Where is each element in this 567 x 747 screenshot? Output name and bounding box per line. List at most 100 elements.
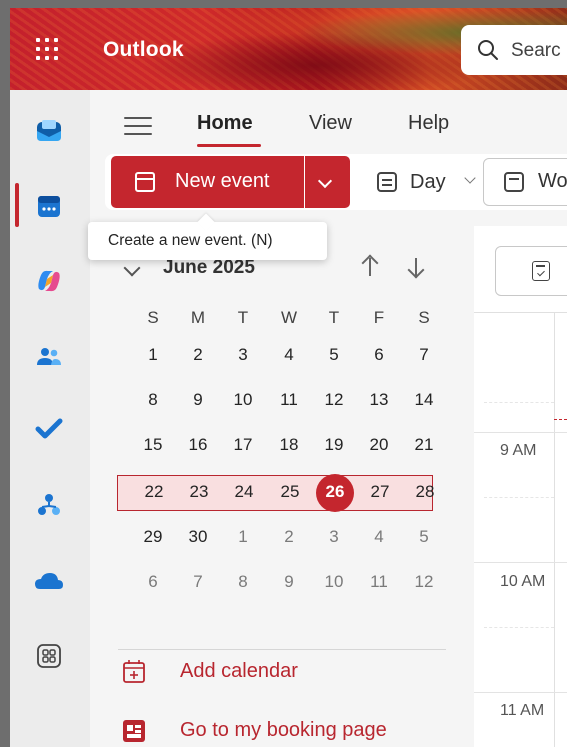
grid-hour-line [474, 432, 567, 433]
booking-page-link[interactable]: Go to my booking page [120, 713, 440, 747]
day-cell[interactable]: 16 [175, 435, 221, 455]
rail-item-copilot[interactable] [30, 262, 68, 300]
day-cell[interactable]: 2 [175, 345, 221, 365]
day-cell[interactable]: 15 [130, 435, 176, 455]
rail-item-people[interactable] [30, 338, 68, 376]
search-placeholder: Searc [511, 40, 561, 61]
day-cell[interactable]: 24 [221, 482, 267, 502]
calendar-today-icon [532, 261, 550, 281]
day-cell[interactable]: 30 [175, 527, 221, 547]
tooltip-text: Create a new event. (N) [108, 232, 273, 249]
day-cell[interactable]: 27 [357, 482, 403, 502]
day-cell[interactable]: 5 [401, 527, 447, 547]
rail-item-org[interactable] [30, 486, 68, 524]
day-cell[interactable]: 8 [220, 572, 266, 592]
day-cell[interactable]: 8 [130, 390, 176, 410]
day-cell-today[interactable]: 26 [312, 482, 358, 502]
grid-time-column-divider [554, 312, 555, 747]
day-cell[interactable]: 4 [356, 527, 402, 547]
ribbon-toolbar: New event Day Wo [105, 154, 567, 210]
day-cell[interactable]: 11 [266, 390, 312, 410]
tab-home-underline [197, 144, 261, 147]
tab-view[interactable]: View [309, 112, 352, 135]
day-cell[interactable]: 22 [131, 482, 177, 502]
rail-item-onedrive[interactable] [30, 562, 68, 600]
weekday-label: S [418, 308, 430, 327]
day-cell[interactable]: 19 [311, 435, 357, 455]
day-cell[interactable]: 20 [356, 435, 402, 455]
grid-half-hour-line [484, 497, 554, 498]
rail-item-mail[interactable] [30, 112, 68, 150]
new-event-label: New event [175, 170, 270, 192]
day-cell[interactable]: 21 [401, 435, 447, 455]
tab-help[interactable]: Help [408, 112, 449, 135]
new-event-button[interactable]: New event [111, 156, 304, 208]
day-cell[interactable]: 10 [311, 572, 357, 592]
day-cell[interactable]: 3 [311, 527, 357, 547]
day-cell[interactable]: 6 [356, 345, 402, 365]
next-month-arrow-icon[interactable] [405, 254, 427, 280]
day-cell[interactable]: 6 [130, 572, 176, 592]
week-row: 1234567 [116, 339, 446, 375]
weekday-label: F [373, 308, 385, 327]
calendar-day-grid: 9 AM 10 AM 11 AM [474, 226, 567, 747]
rail-item-more-apps[interactable] [30, 637, 68, 675]
mini-calendar: June 2025 S M T W T F S 1 2 3 4 5 6 7 8 9 10 11 12 1… [116, 244, 446, 604]
weekday-header: S M T W T F S [116, 308, 446, 338]
work-week-view-button[interactable]: Wo [483, 158, 567, 206]
search-icon [478, 40, 498, 60]
today-button[interactable] [495, 246, 567, 296]
day-cell[interactable]: 17 [220, 435, 266, 455]
weekday-label: T [237, 308, 249, 327]
rail-item-todo[interactable] [30, 410, 68, 448]
selected-week-row: 22 23 24 25 26 27 28 [117, 474, 434, 512]
day-view-label: Day [410, 171, 446, 193]
day-cell[interactable]: 12 [311, 390, 357, 410]
day-cell[interactable]: 28 [402, 482, 448, 502]
day-cell[interactable]: 11 [356, 572, 402, 592]
day-cell[interactable]: 9 [266, 572, 312, 592]
booking-page-label: Go to my booking page [180, 719, 387, 741]
day-cell[interactable]: 12 [401, 572, 447, 592]
day-cell[interactable]: 29 [130, 527, 176, 547]
add-calendar-label: Add calendar [180, 660, 298, 682]
hamburger-menu-icon[interactable] [124, 115, 154, 137]
day-cell[interactable]: 1 [130, 345, 176, 365]
day-cell[interactable]: 1 [220, 527, 266, 547]
day-cell[interactable]: 5 [311, 345, 357, 365]
collapse-month-chevron-icon[interactable] [123, 259, 141, 277]
tab-home[interactable]: Home [197, 112, 253, 135]
day-cell[interactable]: 3 [220, 345, 266, 365]
grid-hour-line [474, 692, 567, 693]
day-cell[interactable]: 2 [266, 527, 312, 547]
apps-grid-icon [37, 644, 61, 668]
day-cell[interactable]: 7 [175, 572, 221, 592]
rail-item-calendar[interactable] [30, 187, 68, 225]
weekday-label: S [147, 308, 159, 327]
mail-icon [37, 120, 61, 141]
add-calendar-link[interactable]: Add calendar [120, 654, 440, 690]
day-cell[interactable]: 10 [220, 390, 266, 410]
bookings-icon [123, 720, 145, 742]
day-view-button[interactable]: Day [375, 162, 485, 202]
day-cell[interactable]: 7 [401, 345, 447, 365]
day-cell[interactable]: 4 [266, 345, 312, 365]
calendar-icon [38, 196, 60, 217]
day-cell[interactable]: 9 [175, 390, 221, 410]
day-cell[interactable]: 25 [267, 482, 313, 502]
search-input[interactable]: Searc [461, 25, 567, 75]
day-cell[interactable]: 14 [401, 390, 447, 410]
app-launcher-icon[interactable] [34, 36, 60, 62]
new-event-dropdown-button[interactable] [305, 156, 350, 208]
grid-hour-line [474, 562, 567, 563]
weekday-label: M [190, 308, 206, 327]
day-cell[interactable]: 18 [266, 435, 312, 455]
week-row: 8 9 10 11 12 13 14 [116, 384, 446, 420]
chevron-down-icon [317, 173, 333, 189]
command-tabs: Home View Help [90, 90, 567, 152]
previous-month-arrow-icon[interactable] [359, 254, 381, 280]
work-week-label: Wo [538, 170, 567, 192]
month-label[interactable]: June 2025 [163, 257, 255, 279]
day-cell[interactable]: 13 [356, 390, 402, 410]
day-cell[interactable]: 23 [176, 482, 222, 502]
